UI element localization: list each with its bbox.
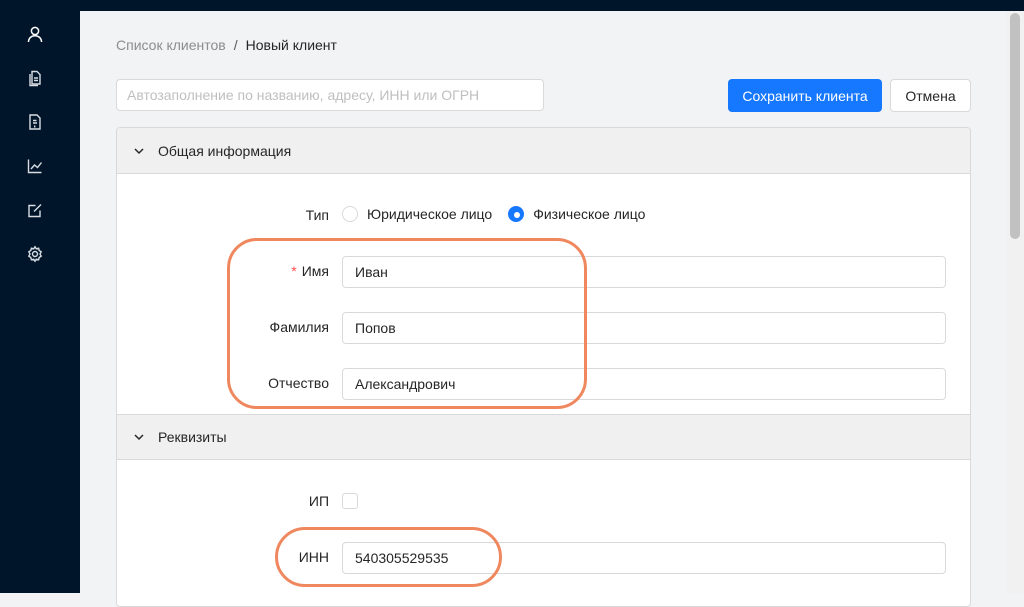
chevron-down-icon xyxy=(134,147,144,154)
general-info-title: Общая информация xyxy=(158,142,292,159)
breadcrumb-client-list-link[interactable]: Список клиентов xyxy=(116,37,226,53)
vertical-scrollbar[interactable] xyxy=(1006,11,1024,593)
breadcrumb-separator: / xyxy=(233,37,238,53)
ip-label: ИП xyxy=(308,493,329,509)
radio-individual[interactable]: Физическое лицо xyxy=(508,206,645,222)
save-client-button[interactable]: Сохранить клиента xyxy=(728,79,882,112)
radio-legal-entity-label: Юридическое лицо xyxy=(367,206,493,222)
ip-checkbox[interactable] xyxy=(342,493,358,509)
inn-label: ИНН xyxy=(298,549,329,565)
requisites-title: Реквизиты xyxy=(158,429,227,445)
sidebar-item-documents[interactable] xyxy=(22,65,48,91)
cancel-button[interactable]: Отмена xyxy=(890,79,971,112)
patronymic-label: Отчество xyxy=(268,375,329,391)
first-name-field[interactable] xyxy=(342,256,946,288)
scrollbar-thumb[interactable] xyxy=(1010,13,1020,239)
last-name-label: Фамилия xyxy=(269,319,329,335)
radio-legal-entity[interactable]: Юридическое лицо xyxy=(342,206,492,222)
settings-icon xyxy=(27,245,43,263)
sidebar-item-analytics[interactable] xyxy=(22,153,48,179)
sidebar-item-settings[interactable] xyxy=(22,241,48,267)
top-bar xyxy=(80,0,1024,11)
sidebar-item-clients[interactable] xyxy=(22,21,48,47)
radio-legal-entity-circle[interactable] xyxy=(342,206,358,222)
first-name-label: * Имя xyxy=(219,263,329,279)
sidebar xyxy=(0,0,80,593)
type-label: Тип xyxy=(305,207,329,223)
last-name-field[interactable] xyxy=(342,312,946,344)
sidebar-item-invoices[interactable] xyxy=(22,109,48,135)
invoice-icon xyxy=(29,114,41,130)
required-mark: * xyxy=(291,263,297,279)
edit-icon xyxy=(28,204,42,218)
client-form-card: Общая информация Тип Юридическое лицо Фи… xyxy=(116,127,971,607)
breadcrumb: Список клиентов / Новый клиент xyxy=(116,37,337,53)
radio-individual-circle[interactable] xyxy=(508,206,525,222)
sidebar-item-tasks[interactable] xyxy=(22,197,48,223)
requisites-panel-header[interactable]: Реквизиты xyxy=(117,414,970,460)
chart-icon xyxy=(27,159,43,174)
user-icon xyxy=(27,26,43,43)
chevron-down-icon xyxy=(134,434,144,441)
client-type-radio-group: Юридическое лицо Физическое лицо xyxy=(342,206,661,222)
autofill-search-input[interactable] xyxy=(116,79,544,111)
inn-field[interactable] xyxy=(342,542,946,574)
general-info-panel-header[interactable]: Общая информация xyxy=(117,128,970,174)
documents-icon xyxy=(29,70,41,87)
radio-individual-label: Физическое лицо xyxy=(533,206,646,222)
breadcrumb-current: Новый клиент xyxy=(245,37,337,53)
first-name-label-text: Имя xyxy=(301,263,329,279)
patronymic-field[interactable] xyxy=(342,368,946,400)
